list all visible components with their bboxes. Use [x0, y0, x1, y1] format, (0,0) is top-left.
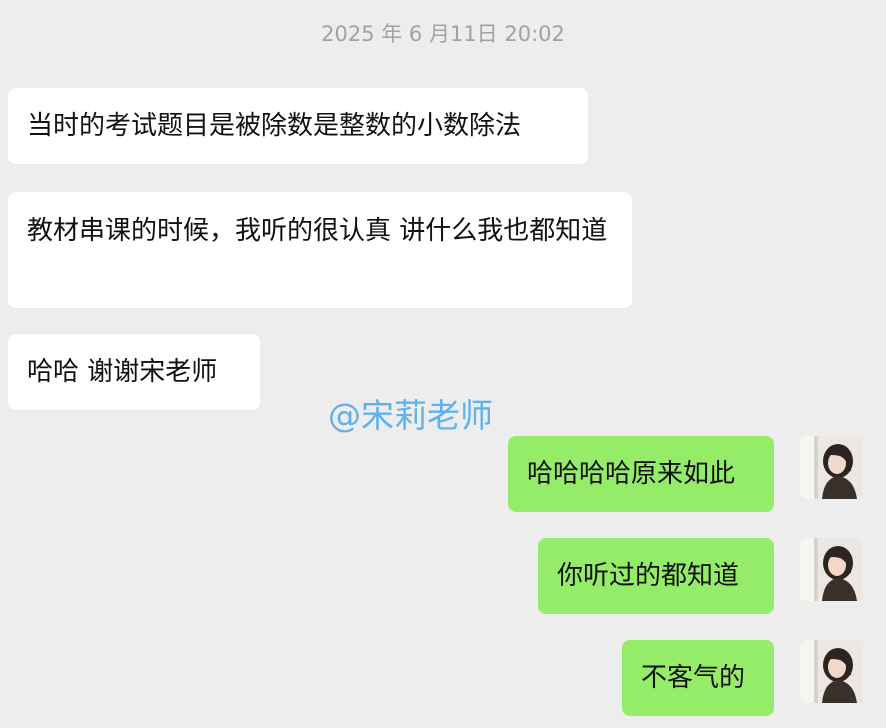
avatar[interactable] [800, 436, 863, 499]
chat-timestamp: 2025 年 6 月11日 20:02 [321, 22, 565, 46]
user-avatar-icon [800, 538, 863, 601]
watermark: @宋莉老师 [328, 396, 493, 435]
message-bubble-received[interactable]: 教材串课的时候，我听的很认真 讲什么我也都知道 [8, 192, 632, 308]
avatar[interactable] [800, 640, 863, 703]
message-bubble-sent[interactable]: 不客气的 [622, 640, 774, 716]
message-bubble-received[interactable]: 哈哈 谢谢宋老师 [8, 334, 260, 410]
avatar[interactable] [800, 538, 863, 601]
message-bubble-sent[interactable]: 你听过的都知道 [538, 538, 774, 614]
user-avatar-icon [800, 640, 863, 703]
user-avatar-icon [800, 436, 863, 499]
message-bubble-sent[interactable]: 哈哈哈哈原来如此 [508, 436, 774, 512]
message-bubble-received[interactable]: 当时的考试题目是被除数是整数的小数除法 [8, 88, 588, 164]
